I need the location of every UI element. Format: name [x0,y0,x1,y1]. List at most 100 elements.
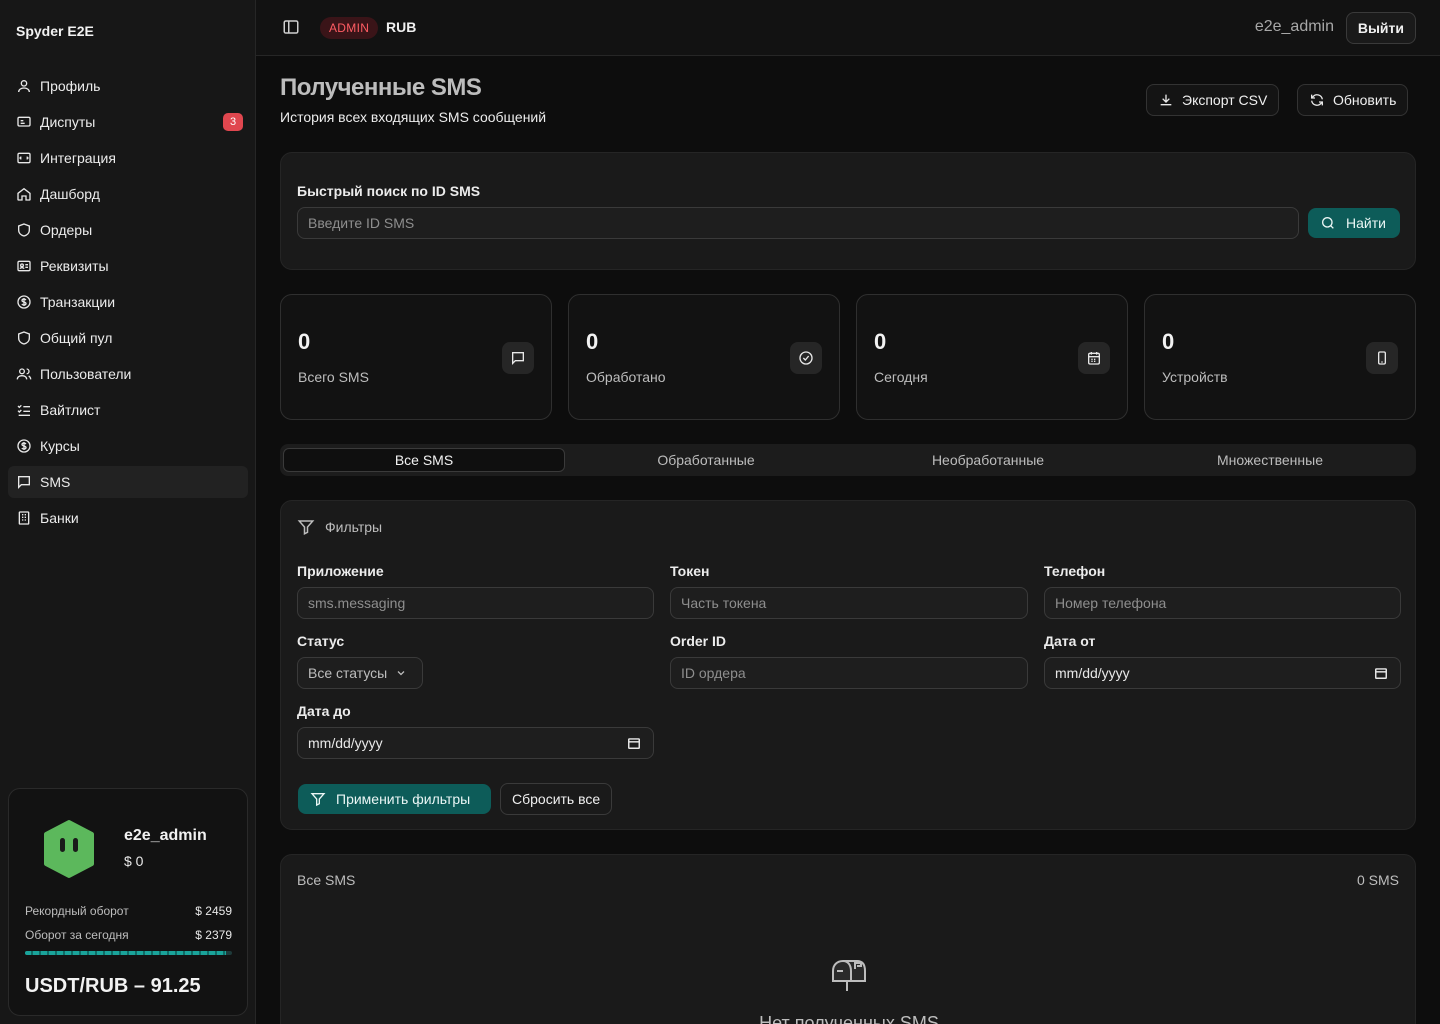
stat-value: 0 [586,329,599,354]
reset-filters-button[interactable]: Сбросить все [500,783,613,815]
stat-label: Устройств [1162,369,1228,385]
app-filter-input[interactable] [297,587,654,619]
token-filter-label: Токен [670,563,710,579]
date-from-label: Дата от [1044,633,1096,649]
stat-label: Обработано [586,369,666,385]
filter-icon [297,520,315,535]
check-circle-icon [790,342,822,374]
sidebar-item-label: SMS [40,474,71,490]
apply-filters-button[interactable]: Применить фильтры [298,784,491,814]
page-title: Полученные SMS [280,74,482,101]
user-card-name: e2e_admin [124,827,207,844]
record-turnover-value: $ 2459 [195,904,232,918]
export-csv-label: Экспорт CSV [1182,92,1268,108]
phone-filter-label: Телефон [1044,563,1106,579]
sidebar-toggle-icon[interactable] [282,18,300,36]
calendar-icon[interactable] [1374,666,1388,680]
reset-filters-label: Сбросить все [512,791,601,807]
sidebar-item-label: Транзакции [40,294,116,310]
results-panel: Все SMS 0 SMS Нет полученных SMS [280,854,1416,1024]
dollar-circle-icon [16,438,32,454]
integration-icon [16,150,32,166]
stat-card-devices: 0 Устройств [1144,294,1416,420]
list-check-icon [16,402,32,418]
sidebar-item-label: Пользователи [40,366,132,382]
sidebar-item-orders[interactable]: Ордеры [8,214,248,246]
sidebar-item-label: Дашборд [40,186,100,202]
date-to-input[interactable]: mm/dd/yyyy [297,727,654,759]
sidebar-item-sms[interactable]: SMS [8,466,248,498]
refresh-icon [1311,94,1323,106]
today-turnover-value: $ 2379 [195,928,232,942]
filters-title: Фильтры [325,519,383,535]
avatar [44,820,94,878]
sidebar-item-label: Банки [40,510,79,526]
status-filter-label: Статус [297,633,345,649]
status-filter-select[interactable]: Все статусы [297,657,423,689]
dollar-circle-icon [16,294,32,310]
dispute-count-badge: 3 [223,113,243,131]
sidebar-item-label: Интеграция [40,150,116,166]
results-title: Все SMS [297,872,356,888]
sms-id-search-input[interactable] [297,207,1299,239]
order-filter-input[interactable] [670,657,1028,689]
token-filter-input[interactable] [670,587,1028,619]
tab-unprocessed[interactable]: Необработанные [847,448,1129,472]
search-icon [1322,217,1334,229]
sidebar-item-label: Общий пул [40,330,113,346]
sidebar-item-disputes[interactable]: Диспуты 3 [8,106,248,138]
date-from-input[interactable]: mm/dd/yyyy [1044,657,1401,689]
page-subtitle: История всех входящих SMS сообщений [280,109,547,125]
stat-card-today: 0 Сегодня [856,294,1128,420]
filter-icon [310,793,326,807]
sidebar-item-dashboard[interactable]: Дашборд [8,178,248,210]
sidebar-item-rates[interactable]: Курсы [8,430,248,462]
sidebar-item-profile[interactable]: Профиль [8,70,248,102]
find-button[interactable]: Найти [1308,208,1400,238]
stat-card-processed: 0 Обработано [568,294,840,420]
user-icon [16,78,32,94]
stat-label: Всего SMS [298,369,369,385]
mailbox-icon [832,960,866,991]
refresh-label: Обновить [1333,92,1397,108]
turnover-progress-fill [25,951,226,955]
phone-filter-input[interactable] [1044,587,1401,619]
home-icon [16,186,32,202]
chevron-down-icon [397,671,405,676]
record-turnover-label: Рекордный оборот [25,904,129,918]
quick-search-panel: Быстрый поиск по ID SMS Найти [280,152,1416,270]
record-turnover-row: Рекордный оборот $ 2459 [25,904,232,918]
sidebar-item-whitelist[interactable]: Вайтлист [8,394,248,426]
calendar-icon[interactable] [627,736,641,750]
tab-processed[interactable]: Обработанные [565,448,847,472]
empty-state-text: Нет полученных SMS [759,1013,939,1024]
building-icon [16,510,32,526]
sidebar-item-requisites[interactable]: Реквизиты [8,250,248,282]
dispute-icon [16,114,32,130]
apply-filters-label: Применить фильтры [336,791,471,807]
stat-card-total: 0 Всего SMS [280,294,552,420]
sidebar-item-users[interactable]: Пользователи [8,358,248,390]
sidebar-item-label: Диспуты [40,114,96,130]
refresh-button[interactable]: Обновить [1297,84,1409,116]
header-username: e2e_admin [1254,18,1334,35]
sidebar-item-label: Профиль [40,78,101,94]
sidebar-item-label: Реквизиты [40,258,109,274]
sidebar-item-transactions[interactable]: Транзакции [8,286,248,318]
status-filter-value: Все статусы [308,665,388,681]
tab-multiple[interactable]: Множественные [1129,448,1411,472]
id-card-icon [16,258,32,274]
export-csv-button[interactable]: Экспорт CSV [1146,84,1280,116]
tab-all-sms[interactable]: Все SMS [283,448,565,472]
filters-panel: Фильтры Приложение Токен Телефон Статус … [280,500,1416,830]
sidebar-item-integration[interactable]: Интеграция [8,142,248,174]
logout-button[interactable]: Выйти [1345,12,1416,44]
sidebar-item-label: Ордеры [40,222,93,238]
currency-label: RUB [386,19,417,35]
app-filter-label: Приложение [297,563,384,579]
sidebar-item-banks[interactable]: Банки [8,502,248,534]
sidebar-nav: Профиль Диспуты 3 Интеграция Дашборд Орд… [8,70,248,538]
stat-label: Сегодня [874,369,928,385]
message-square-icon [16,474,32,490]
sidebar-item-common-pool[interactable]: Общий пул [8,322,248,354]
